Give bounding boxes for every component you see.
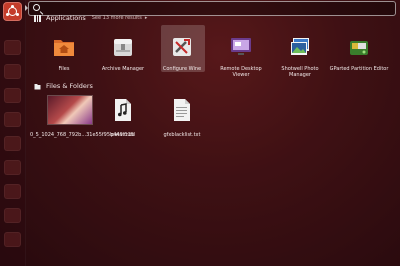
more-results-link[interactable]: See 13 more results [92,15,142,21]
file-item-pata-mod[interactable]: pata.mod [93,96,153,156]
files-folders-header: Files & Folders [34,82,93,90]
launcher-item[interactable] [4,208,21,223]
gparted-icon [350,41,368,55]
launcher-item[interactable] [4,184,21,199]
files-folders-title: Files & Folders [46,82,93,90]
app-label: Files [58,66,70,72]
search-icon [33,4,40,11]
launcher-item[interactable] [4,64,21,79]
unity-launcher [0,0,26,266]
wine-config-icon [173,38,191,56]
remote-desktop-icon [231,38,251,55]
app-label: Remote Desktop Viewer [220,66,262,78]
app-label: Shotwell Photo Manager [281,66,319,78]
audio-file-icon [115,99,131,121]
text-file-icon [174,99,190,121]
app-label: Archive Manager [101,66,145,72]
chevron-right-icon[interactable]: ▸ [145,15,148,21]
shotwell-icon [291,38,309,55]
ubuntu-logo-dot-icon [6,13,9,16]
dash-home-button[interactable] [3,2,22,21]
files-lens-icon [34,83,41,90]
file-label: pata.mod [111,132,135,138]
app-label: GParted Partition Editor [329,66,389,72]
launcher-item[interactable] [4,232,21,247]
launcher-item[interactable] [4,160,21,175]
archive-manager-icon [114,39,132,56]
launcher-item[interactable] [4,112,21,127]
ubuntu-logo-dot-icon [16,13,19,16]
applications-title: Applications [46,14,86,22]
launcher-item[interactable] [4,88,21,103]
ubuntu-logo-dot-icon [11,5,14,8]
image-thumbnail-icon [48,96,92,124]
applications-lens-icon [34,14,41,22]
file-label: gfxblacklist.txt [163,132,201,138]
app-label: Configure Wine [162,66,202,72]
applications-header: Applications See 13 more results ▸ [34,14,147,22]
launcher-item[interactable] [4,136,21,151]
folder-home-icon [54,40,74,56]
file-item-gfxblacklist[interactable]: gfxblacklist.txt [152,96,212,156]
launcher-item[interactable] [4,40,21,55]
